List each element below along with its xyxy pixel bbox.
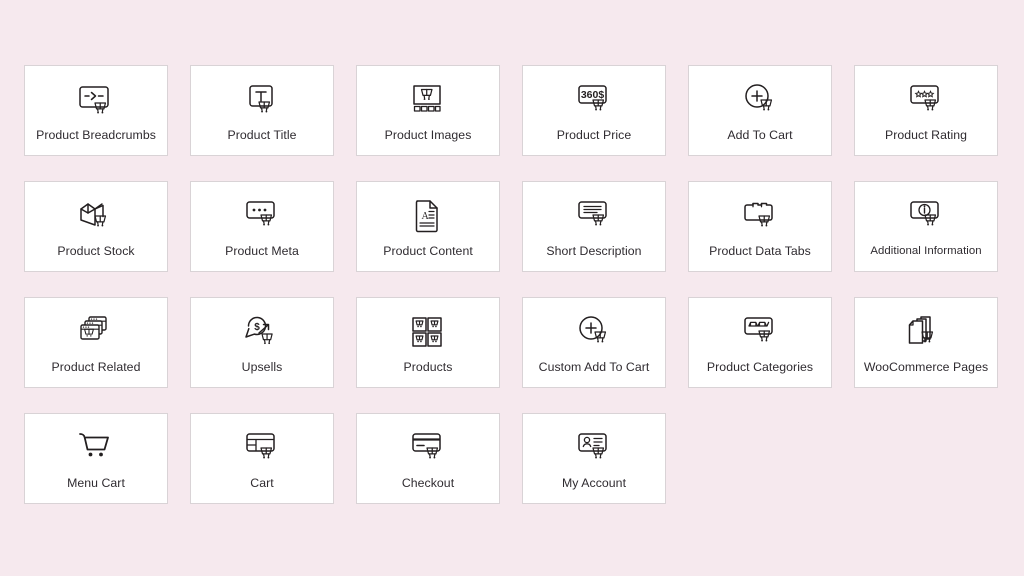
stacked-windows-cart-icon: [74, 313, 118, 353]
plus-circle-cart-icon: [572, 313, 616, 353]
widget-label: Product Related: [51, 359, 141, 374]
widget-label: Product Title: [227, 127, 297, 142]
svg-text:360$: 360$: [581, 89, 605, 101]
svg-text:$: $: [254, 322, 260, 333]
widget-card[interactable]: Custom Add To Cart: [522, 297, 666, 388]
price-tag-cart-icon: 360$: [572, 81, 616, 121]
widget-label: Menu Cart: [67, 475, 125, 490]
widget-label: Product Images: [384, 127, 472, 142]
widget-card[interactable]: 360$ Product Price: [522, 65, 666, 156]
widget-label: Add To Cart: [727, 127, 793, 142]
widget-card[interactable]: WooCommerce Pages: [854, 297, 998, 388]
widget-card[interactable]: Product Data Tabs: [688, 181, 832, 272]
widget-label: WooCommerce Pages: [863, 359, 989, 374]
widget-card[interactable]: Product Categories: [688, 297, 832, 388]
widget-label: Upsells: [241, 359, 283, 374]
widget-label: Additional Information: [870, 245, 982, 258]
plus-circle-cart-icon: [738, 81, 782, 121]
widget-card[interactable]: Product Meta: [190, 181, 334, 272]
svg-text:A: A: [422, 211, 430, 222]
credit-card-cart-icon: [406, 429, 450, 469]
widget-card[interactable]: Checkout: [356, 413, 500, 504]
widget-card[interactable]: Product Rating: [854, 65, 998, 156]
grid-four-carts-icon: [406, 313, 450, 353]
widget-card[interactable]: Product Breadcrumbs: [24, 65, 168, 156]
widget-card[interactable]: Product Stock: [24, 181, 168, 272]
dollar-arrow-cart-icon: $: [240, 313, 284, 353]
stars-cart-icon: [904, 81, 948, 121]
widget-card[interactable]: Products: [356, 297, 500, 388]
breadcrumb-cart-icon: [74, 81, 118, 121]
widget-card[interactable]: My Account: [522, 413, 666, 504]
lines-bubble-cart-icon: [572, 197, 616, 237]
widget-label: Short Description: [546, 243, 642, 258]
widget-card[interactable]: Short Description: [522, 181, 666, 272]
title-text-cart-icon: [240, 81, 284, 121]
shopping-cart-icon: [74, 429, 118, 469]
widget-card[interactable]: Additional Information: [854, 181, 998, 272]
widget-label: Product Data Tabs: [709, 243, 811, 258]
pages-stack-cart-icon: [904, 313, 948, 353]
widget-card[interactable]: Product Related: [24, 297, 168, 388]
gallery-cart-icon: [406, 81, 450, 121]
widget-card[interactable]: Product Title: [190, 65, 334, 156]
widget-grid: Product Breadcrumbs Product Title Product …: [24, 65, 1000, 504]
widget-card[interactable]: A Product Content: [356, 181, 500, 272]
widget-label: Product Breadcrumbs: [36, 127, 156, 142]
widget-label: Product Meta: [225, 243, 299, 258]
dots-bubble-cart-icon: [240, 197, 284, 237]
widget-label: Product Rating: [884, 127, 968, 142]
widget-card[interactable]: Menu Cart: [24, 413, 168, 504]
widget-label: My Account: [561, 475, 627, 490]
widget-label: Checkout: [401, 475, 455, 490]
category-boxes-cart-icon: [738, 313, 782, 353]
widget-label: Cart: [250, 475, 274, 490]
widget-label: Product Content: [383, 243, 473, 258]
cart-table-cart-icon: [240, 429, 284, 469]
widget-label: Product Stock: [57, 243, 135, 258]
widget-card[interactable]: $ Upsells: [190, 297, 334, 388]
widget-label: Custom Add To Cart: [538, 359, 650, 374]
document-text-icon: A: [406, 197, 450, 237]
open-box-cart-icon: [74, 197, 118, 237]
widget-label: Products: [403, 359, 453, 374]
widget-card[interactable]: Product Images: [356, 65, 500, 156]
widget-label: Product Price: [556, 127, 632, 142]
widget-card[interactable]: Add To Cart: [688, 65, 832, 156]
widget-card[interactable]: Cart: [190, 413, 334, 504]
info-bubble-cart-icon: [904, 197, 948, 237]
widget-label: Product Categories: [706, 359, 814, 374]
folder-tabs-cart-icon: [738, 197, 782, 237]
user-card-cart-icon: [572, 429, 616, 469]
